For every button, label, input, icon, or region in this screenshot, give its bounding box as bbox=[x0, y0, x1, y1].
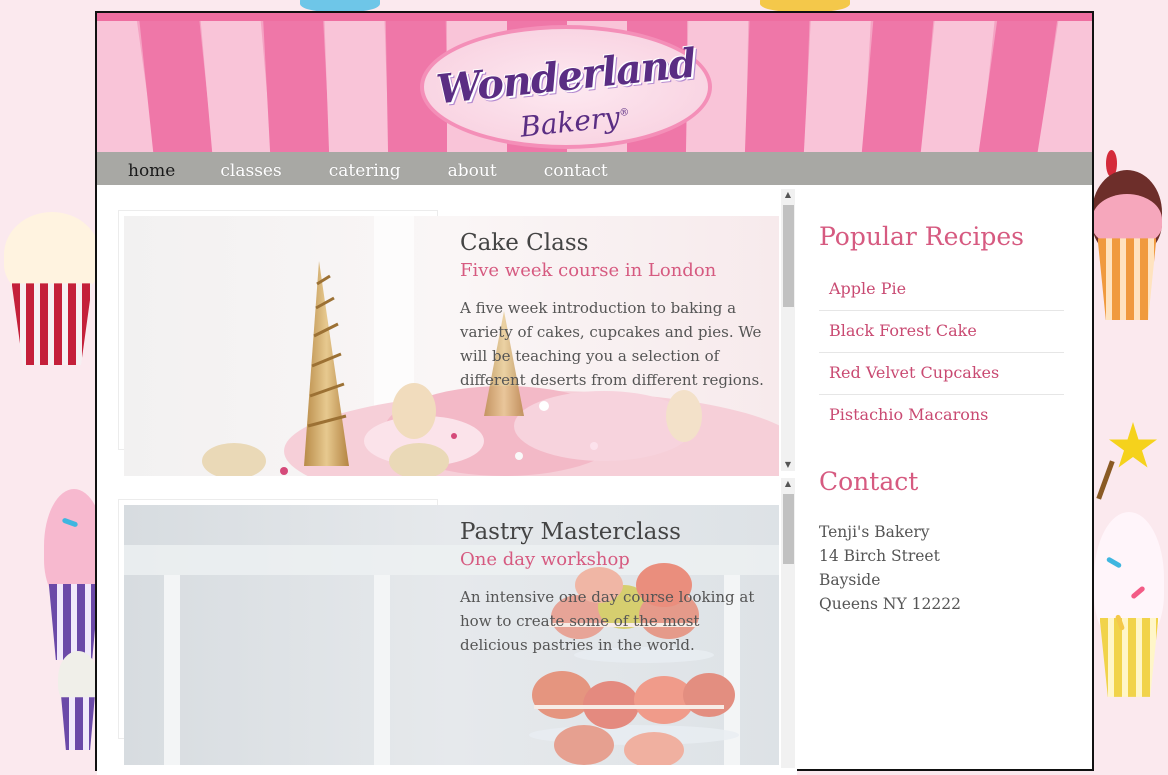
scroll-up-arrow-icon[interactable]: ▲ bbox=[781, 478, 795, 490]
sidebar: Popular Recipes Apple Pie Black Forest C… bbox=[819, 185, 1069, 616]
brand-name: Wonderland bbox=[434, 39, 698, 114]
nav-home[interactable]: home bbox=[128, 161, 175, 185]
address-line: Tenji's Bakery bbox=[819, 523, 930, 541]
recipe-link[interactable]: Red Velvet Cupcakes bbox=[819, 353, 1064, 395]
class-description: An intensive one day course looking at h… bbox=[460, 588, 755, 654]
class-card[interactable]: Pastry Masterclass One day workshop An i… bbox=[118, 499, 779, 765]
class-card-text: Cake Class Five week course in London A … bbox=[460, 228, 770, 392]
recipe-link[interactable]: Pistachio Macarons bbox=[819, 395, 1064, 425]
popular-recipes-heading: Popular Recipes bbox=[819, 222, 1025, 251]
main-nav: home classes catering about contact bbox=[97, 152, 1092, 185]
scroll-up-arrow-icon[interactable]: ▲ bbox=[781, 189, 795, 201]
contact-heading: Contact bbox=[819, 467, 919, 496]
class-title[interactable]: Pastry Masterclass bbox=[460, 517, 770, 547]
address-line: 14 Birch Street bbox=[819, 547, 940, 565]
cupcake-icon bbox=[1092, 150, 1162, 320]
recipe-link[interactable]: Black Forest Cake bbox=[819, 311, 1064, 353]
recipe-list: Apple Pie Black Forest Cake Red Velvet C… bbox=[819, 269, 1069, 425]
site-header: Wonderland Bakery® bbox=[97, 13, 1092, 152]
class-title[interactable]: Cake Class bbox=[460, 228, 770, 258]
main-content: Cake Class Five week course in London A … bbox=[97, 185, 797, 775]
brand-tagline: Bakery® bbox=[518, 100, 630, 144]
class-subtitle: Five week course in London bbox=[460, 260, 717, 281]
contact-address: Tenji's Bakery 14 Birch Street Bayside Q… bbox=[819, 520, 1069, 616]
card-scrollbar[interactable]: ▲ bbox=[781, 478, 795, 768]
site-frame: Wonderland Bakery® home classes catering… bbox=[95, 11, 1094, 775]
star-icon bbox=[1109, 422, 1157, 468]
class-card[interactable]: Cake Class Five week course in London A … bbox=[118, 210, 779, 476]
cupcake-icon bbox=[58, 640, 98, 750]
scroll-thumb[interactable] bbox=[783, 205, 794, 307]
nav-about[interactable]: about bbox=[448, 161, 497, 185]
address-line: Bayside bbox=[819, 571, 881, 589]
nav-classes[interactable]: classes bbox=[220, 161, 281, 185]
nav-contact[interactable]: contact bbox=[544, 161, 608, 185]
recipe-link[interactable]: Apple Pie bbox=[819, 269, 1064, 311]
class-card-text: Pastry Masterclass One day workshop An i… bbox=[460, 517, 770, 657]
card-scrollbar[interactable]: ▲ ▼ bbox=[781, 189, 795, 471]
scroll-thumb[interactable] bbox=[783, 494, 794, 564]
address-line: Queens NY 12222 bbox=[819, 595, 961, 613]
scroll-down-arrow-icon[interactable]: ▼ bbox=[781, 459, 795, 471]
brand-logo[interactable]: Wonderland Bakery® bbox=[420, 25, 712, 149]
nav-catering[interactable]: catering bbox=[329, 161, 401, 185]
cupcake-icon bbox=[1094, 490, 1164, 710]
class-subtitle: One day workshop bbox=[460, 549, 630, 570]
class-description: A five week introduction to baking a var… bbox=[460, 299, 764, 389]
cupcake-icon bbox=[4, 195, 100, 365]
